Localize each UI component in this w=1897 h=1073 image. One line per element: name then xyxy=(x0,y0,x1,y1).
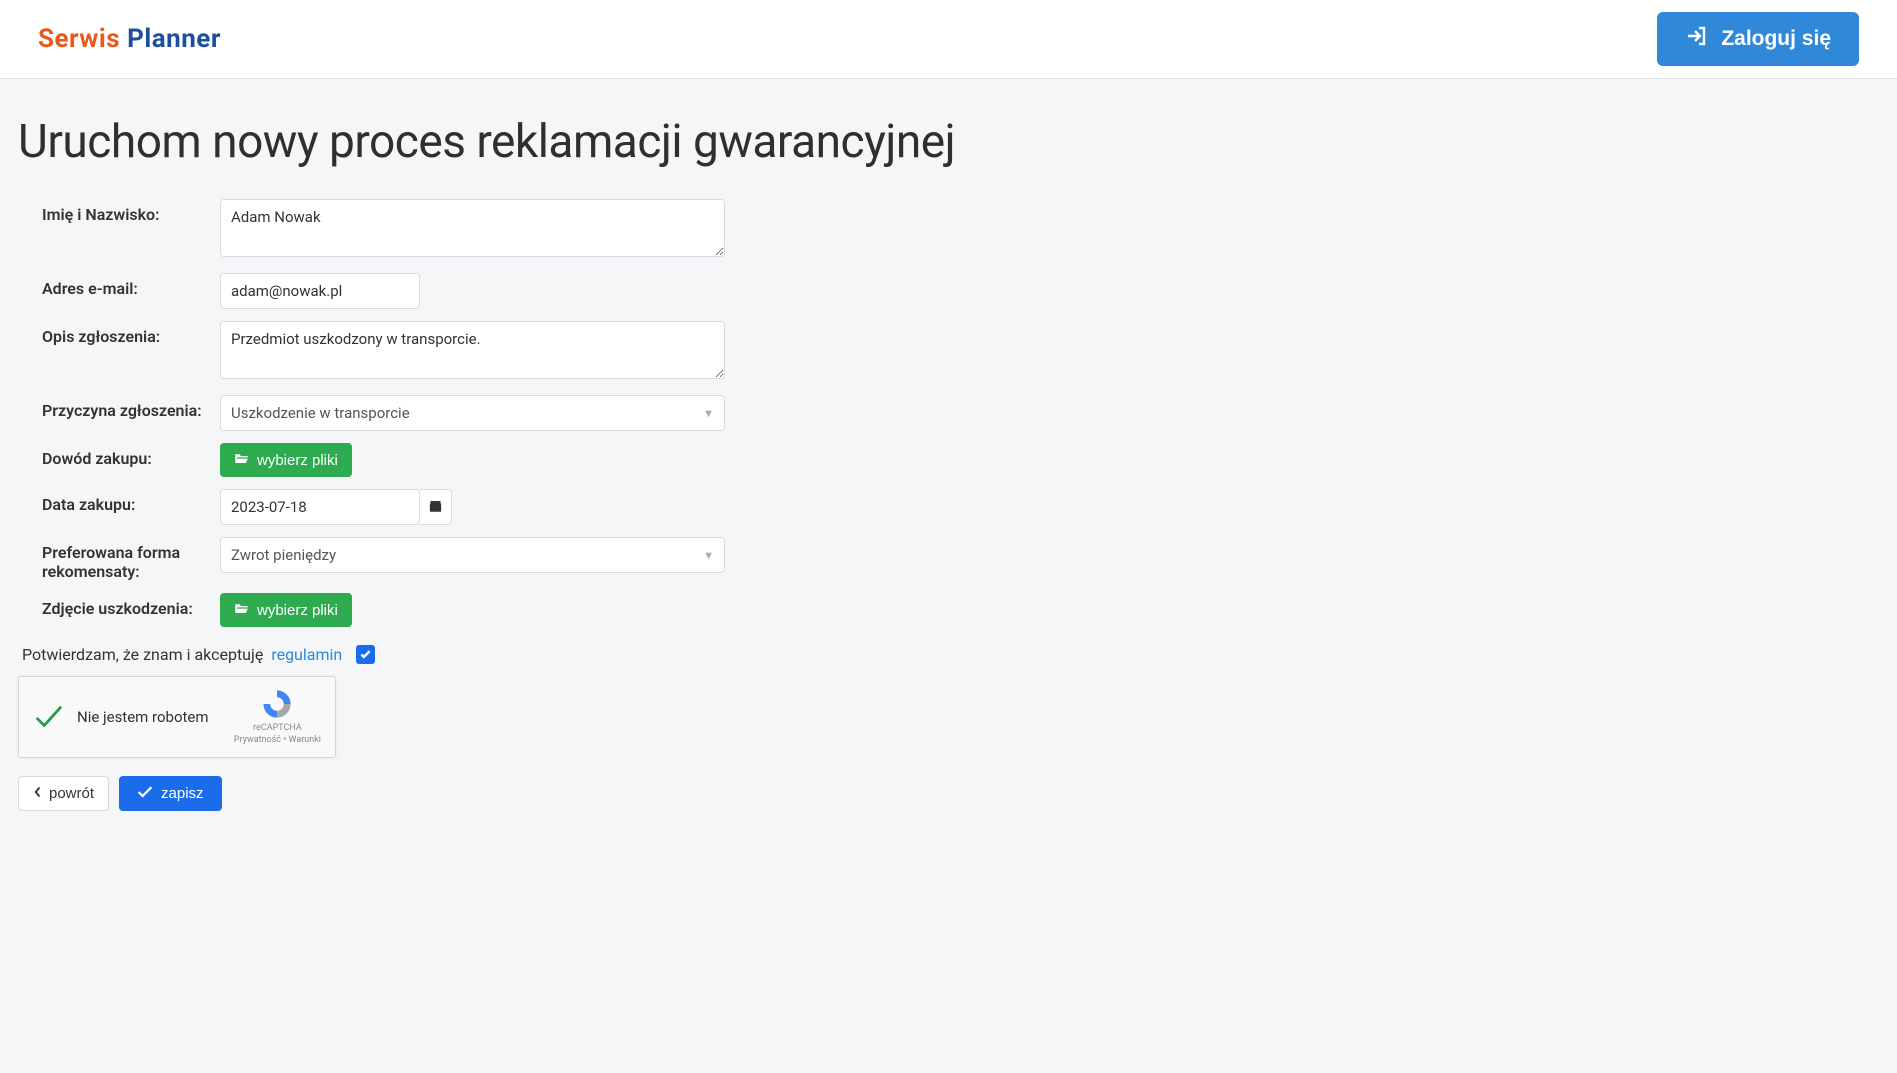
reason-select[interactable]: Uszkodzenie w transporcie ▼ xyxy=(220,395,725,431)
login-button[interactable]: Zaloguj się xyxy=(1657,12,1859,66)
file-button-label: wybierz pliki xyxy=(257,602,338,619)
terms-prefix: Potwierdzam, że znam i akceptuję xyxy=(22,645,263,664)
reason-label: Przyczyna zgłoszenia: xyxy=(42,395,220,420)
chevron-left-icon xyxy=(33,785,43,802)
name-input[interactable] xyxy=(220,199,725,257)
purchase-date-field[interactable] xyxy=(220,489,420,525)
reason-value: Uszkodzenie w transporcie xyxy=(231,404,410,422)
folder-open-icon xyxy=(234,451,249,469)
compensation-value: Zwrot pieniędzy xyxy=(231,546,336,564)
chevron-down-icon: ▼ xyxy=(703,549,714,562)
form-actions: powrót zapisz xyxy=(18,776,1879,811)
recaptcha-text: Nie jestem robotem xyxy=(77,708,220,726)
calendar-button[interactable] xyxy=(420,489,452,525)
save-label: zapisz xyxy=(161,785,204,802)
compensation-label: Preferowana forma rekomensaty: xyxy=(42,537,220,581)
save-button[interactable]: zapisz xyxy=(119,776,222,811)
logo-part2: Planner xyxy=(120,24,221,54)
terms-checkbox[interactable] xyxy=(356,645,375,664)
logo-part1: Serwis xyxy=(38,24,120,54)
recaptcha-badge-sub: Prywatność • Warunki xyxy=(234,735,321,747)
recaptcha-checkmark-icon xyxy=(33,702,63,732)
email-label: Adres e-mail: xyxy=(42,273,220,298)
folder-open-icon xyxy=(234,601,249,619)
content: Uruchom nowy proces reklamacji gwarancyj… xyxy=(0,79,1897,851)
back-label: powrót xyxy=(49,785,94,802)
desc-input[interactable] xyxy=(220,321,725,379)
back-button[interactable]: powrót xyxy=(18,776,109,811)
login-label: Zaloguj się xyxy=(1721,27,1831,51)
proof-file-button[interactable]: wybierz pliki xyxy=(220,443,352,477)
file-button-label: wybierz pliki xyxy=(257,452,338,469)
header: Serwis Planner Zaloguj się xyxy=(0,0,1897,79)
terms-row: Potwierdzam, że znam i akceptuję regulam… xyxy=(22,645,1879,664)
email-field[interactable] xyxy=(220,273,420,309)
page-title: Uruchom nowy proces reklamacji gwarancyj… xyxy=(18,115,1879,169)
proof-label: Dowód zakupu: xyxy=(42,443,220,468)
logo: Serwis Planner xyxy=(38,24,221,54)
desc-label: Opis zgłoszenia: xyxy=(42,321,220,346)
compensation-select[interactable]: Zwrot pieniędzy ▼ xyxy=(220,537,725,573)
recaptcha-badge-title: reCAPTCHA xyxy=(234,723,321,735)
photo-file-button[interactable]: wybierz pliki xyxy=(220,593,352,627)
recaptcha-badge: reCAPTCHA Prywatność • Warunki xyxy=(234,687,321,746)
recaptcha-widget: Nie jestem robotem reCAPTCHA Prywatność … xyxy=(18,676,336,758)
calendar-icon xyxy=(428,498,443,517)
recaptcha-logo-icon xyxy=(260,687,294,721)
chevron-down-icon: ▼ xyxy=(703,407,714,420)
name-label: Imię i Nazwisko: xyxy=(42,199,220,224)
check-icon xyxy=(137,785,153,803)
photo-label: Zdjęcie uszkodzenia: xyxy=(42,593,220,618)
date-label: Data zakupu: xyxy=(42,489,220,514)
terms-link[interactable]: regulamin xyxy=(271,645,342,664)
login-icon xyxy=(1685,24,1709,54)
